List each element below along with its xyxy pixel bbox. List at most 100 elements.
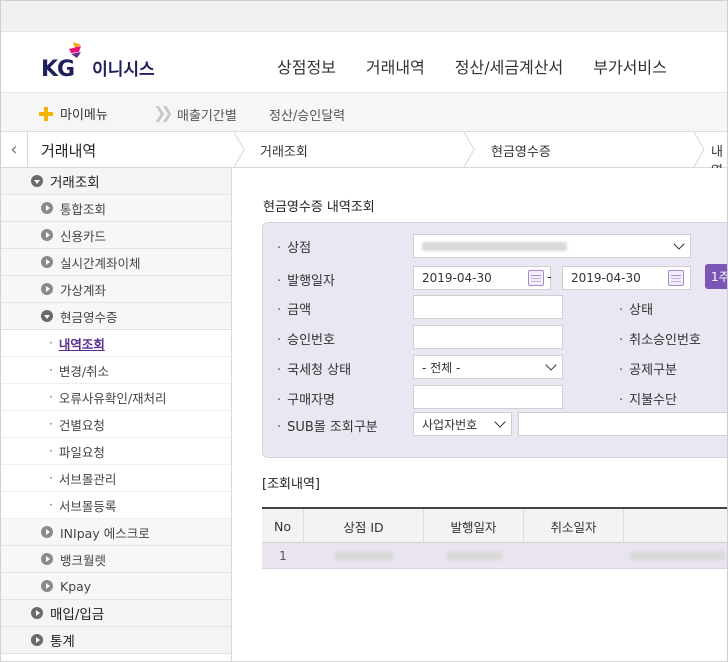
sidebar-link-label: 내역조회: [58, 336, 105, 352]
approval-no-input[interactable]: [413, 325, 563, 349]
amount-input[interactable]: [413, 295, 563, 319]
bullet-icon: ·: [49, 363, 53, 377]
sidebar-link-label: 파일요청: [58, 444, 105, 460]
sidebar-item-label: 실시간계좌이체: [60, 255, 141, 271]
mymenu-label: 마이메뉴: [60, 108, 108, 123]
expand-icon: [31, 634, 43, 646]
expand-icon: [41, 580, 53, 592]
expand-icon: [41, 553, 53, 565]
blurred-store-name: [422, 241, 567, 251]
deduction-type-label: · 공제구분: [619, 363, 677, 378]
submall-type-select[interactable]: 사업자번호: [413, 412, 512, 436]
sidebar-item-label: 뱅크월렛: [60, 552, 107, 568]
calendar-icon[interactable]: [668, 270, 684, 286]
cell-no: 1: [279, 548, 287, 563]
nav-store-info[interactable]: 상점정보: [277, 54, 336, 78]
bullet-icon: ·: [49, 417, 53, 431]
table-row[interactable]: 1: [262, 543, 727, 569]
sidebar: 거래조회 통합조회 신용카드 실시간계좌이체 가상계좌 현금영수증 · 내역조회…: [1, 168, 232, 661]
sidebar-link-label: 오류사유확인/재처리: [58, 390, 167, 406]
quick-menu-bar: 마이메뉴 ❯❯ 매출기간별 정산/승인달력: [1, 92, 727, 132]
nts-status-select[interactable]: - 전체 -: [413, 355, 563, 379]
submall-search-input[interactable]: [518, 412, 727, 436]
sidebar-item-label: INIpay 에스크로: [60, 525, 150, 541]
logo-inicis-text: 이니시스: [92, 60, 155, 80]
bullet-icon: ·: [49, 390, 53, 404]
cell-store-id-blurred: [304, 543, 424, 568]
sidebar-link-submall-register[interactable]: · 서브몰등록: [1, 492, 231, 519]
sidebar-item-credit-card[interactable]: 신용카드: [1, 222, 231, 249]
sidebar-item-label: 통합조회: [60, 201, 107, 217]
settlement-calendar-link[interactable]: 정산/승인달력: [269, 105, 345, 124]
sidebar-link-label: 건별요청: [58, 417, 105, 433]
sidebar-link-history-query[interactable]: · 내역조회: [1, 330, 231, 357]
bullet-icon: ·: [49, 498, 53, 512]
date-separator: -: [547, 270, 552, 285]
main-content: 현금영수증 내역조회 · 상점 · 발행일자 · 금액 · 승인번호 · 국세청 상태 ·…: [233, 168, 727, 661]
kg-inicis-logo[interactable]: KG 이니시스: [41, 42, 155, 82]
sidebar-group-label: 거래조회: [50, 175, 100, 191]
bullet-icon: ·: [49, 444, 53, 458]
payment-method-label: · 지불수단: [619, 393, 677, 408]
date-to-field[interactable]: 2019-04-30: [562, 266, 691, 290]
collapse-icon: [31, 175, 43, 187]
expand-icon: [41, 202, 53, 214]
store-label: · 상점: [277, 241, 312, 256]
breadcrumb-item-cash-receipt[interactable]: 현금영수증: [491, 141, 551, 160]
date-from-field[interactable]: 2019-04-30: [413, 266, 551, 290]
breadcrumb: ‹ 거래내역 거래조회 현금영수증 내역: [1, 132, 727, 179]
sidebar-link-file-request[interactable]: · 파일요청: [1, 438, 231, 465]
sidebar-item-realtime-transfer[interactable]: 실시간계좌이체: [1, 249, 231, 276]
sidebar-item-kpay[interactable]: Kpay: [1, 573, 231, 600]
column-header-no[interactable]: No: [262, 509, 304, 543]
chevron-down-icon: [494, 416, 506, 428]
sidebar-group-transaction-query[interactable]: 거래조회: [1, 168, 231, 195]
nav-transactions[interactable]: 거래내역: [366, 54, 425, 78]
breadcrumb-item-transaction-query[interactable]: 거래조회: [260, 141, 308, 160]
sidebar-group-label: 매입/입금: [50, 607, 105, 623]
sidebar-group-purchase-deposit[interactable]: 매입/입금: [1, 600, 231, 627]
column-header-store-id[interactable]: 상점 ID: [304, 509, 424, 543]
plus-icon: [39, 106, 53, 121]
sidebar-item-bank-wallet[interactable]: 뱅크월렛: [1, 546, 231, 573]
issue-date-label: · 발행일자: [277, 274, 335, 289]
sidebar-item-inipay-escrow[interactable]: INIpay 에스크로: [1, 519, 231, 546]
sidebar-link-label: 서브몰등록: [58, 498, 117, 514]
one-week-button[interactable]: 1주일: [705, 264, 727, 289]
sidebar-group-label: 통계: [50, 634, 75, 650]
cell-extra-blurred: [624, 543, 727, 568]
amount-label: · 금액: [277, 303, 312, 318]
sales-by-period-link[interactable]: 매출기간별: [177, 105, 237, 124]
approval-no-label: · 승인번호: [277, 333, 335, 348]
sidebar-item-virtual-account[interactable]: 가상계좌: [1, 276, 231, 303]
breadcrumb-separator-icon: [693, 132, 705, 167]
results-title: [조회내역]: [262, 477, 320, 492]
sidebar-link-change-cancel[interactable]: · 변경/취소: [1, 357, 231, 384]
buyer-name-input[interactable]: [413, 385, 563, 409]
buyer-name-label: · 구매자명: [277, 393, 335, 408]
sidebar-link-error-retry[interactable]: · 오류사유확인/재처리: [1, 384, 231, 411]
top-strip: [1, 1, 727, 32]
sidebar-link-label: 변경/취소: [58, 363, 110, 379]
sidebar-item-integrated[interactable]: 통합조회: [1, 195, 231, 222]
calendar-icon[interactable]: [528, 270, 544, 286]
sidebar-item-label: 현금영수증: [60, 309, 118, 325]
nav-extra-services[interactable]: 부가서비스: [593, 54, 667, 78]
nts-status-label: · 국세청 상태: [277, 363, 352, 378]
sidebar-item-cash-receipt[interactable]: 현금영수증: [1, 303, 231, 330]
mymenu-button[interactable]: 마이메뉴: [39, 104, 108, 123]
nav-settlement-tax[interactable]: 정산/세금계산서: [455, 54, 563, 78]
global-nav: 상점정보 거래내역 정산/세금계산서 부가서비스: [277, 54, 697, 78]
breadcrumb-separator-icon: [233, 132, 245, 167]
sidebar-link-submall-manage[interactable]: · 서브몰관리: [1, 465, 231, 492]
column-header-cancel-date[interactable]: 취소일자: [524, 509, 624, 543]
sidebar-group-statistics[interactable]: 통계: [1, 627, 231, 654]
store-select[interactable]: [413, 234, 691, 258]
expand-icon: [31, 607, 43, 619]
expand-icon: [41, 256, 53, 268]
sidebar-link-single-request[interactable]: · 건별요청: [1, 411, 231, 438]
bullet-icon: ·: [49, 336, 53, 350]
back-chevron-icon[interactable]: ‹: [1, 132, 28, 167]
logo-mark-icon: [69, 42, 81, 58]
column-header-issue-date[interactable]: 발행일자: [424, 509, 524, 543]
